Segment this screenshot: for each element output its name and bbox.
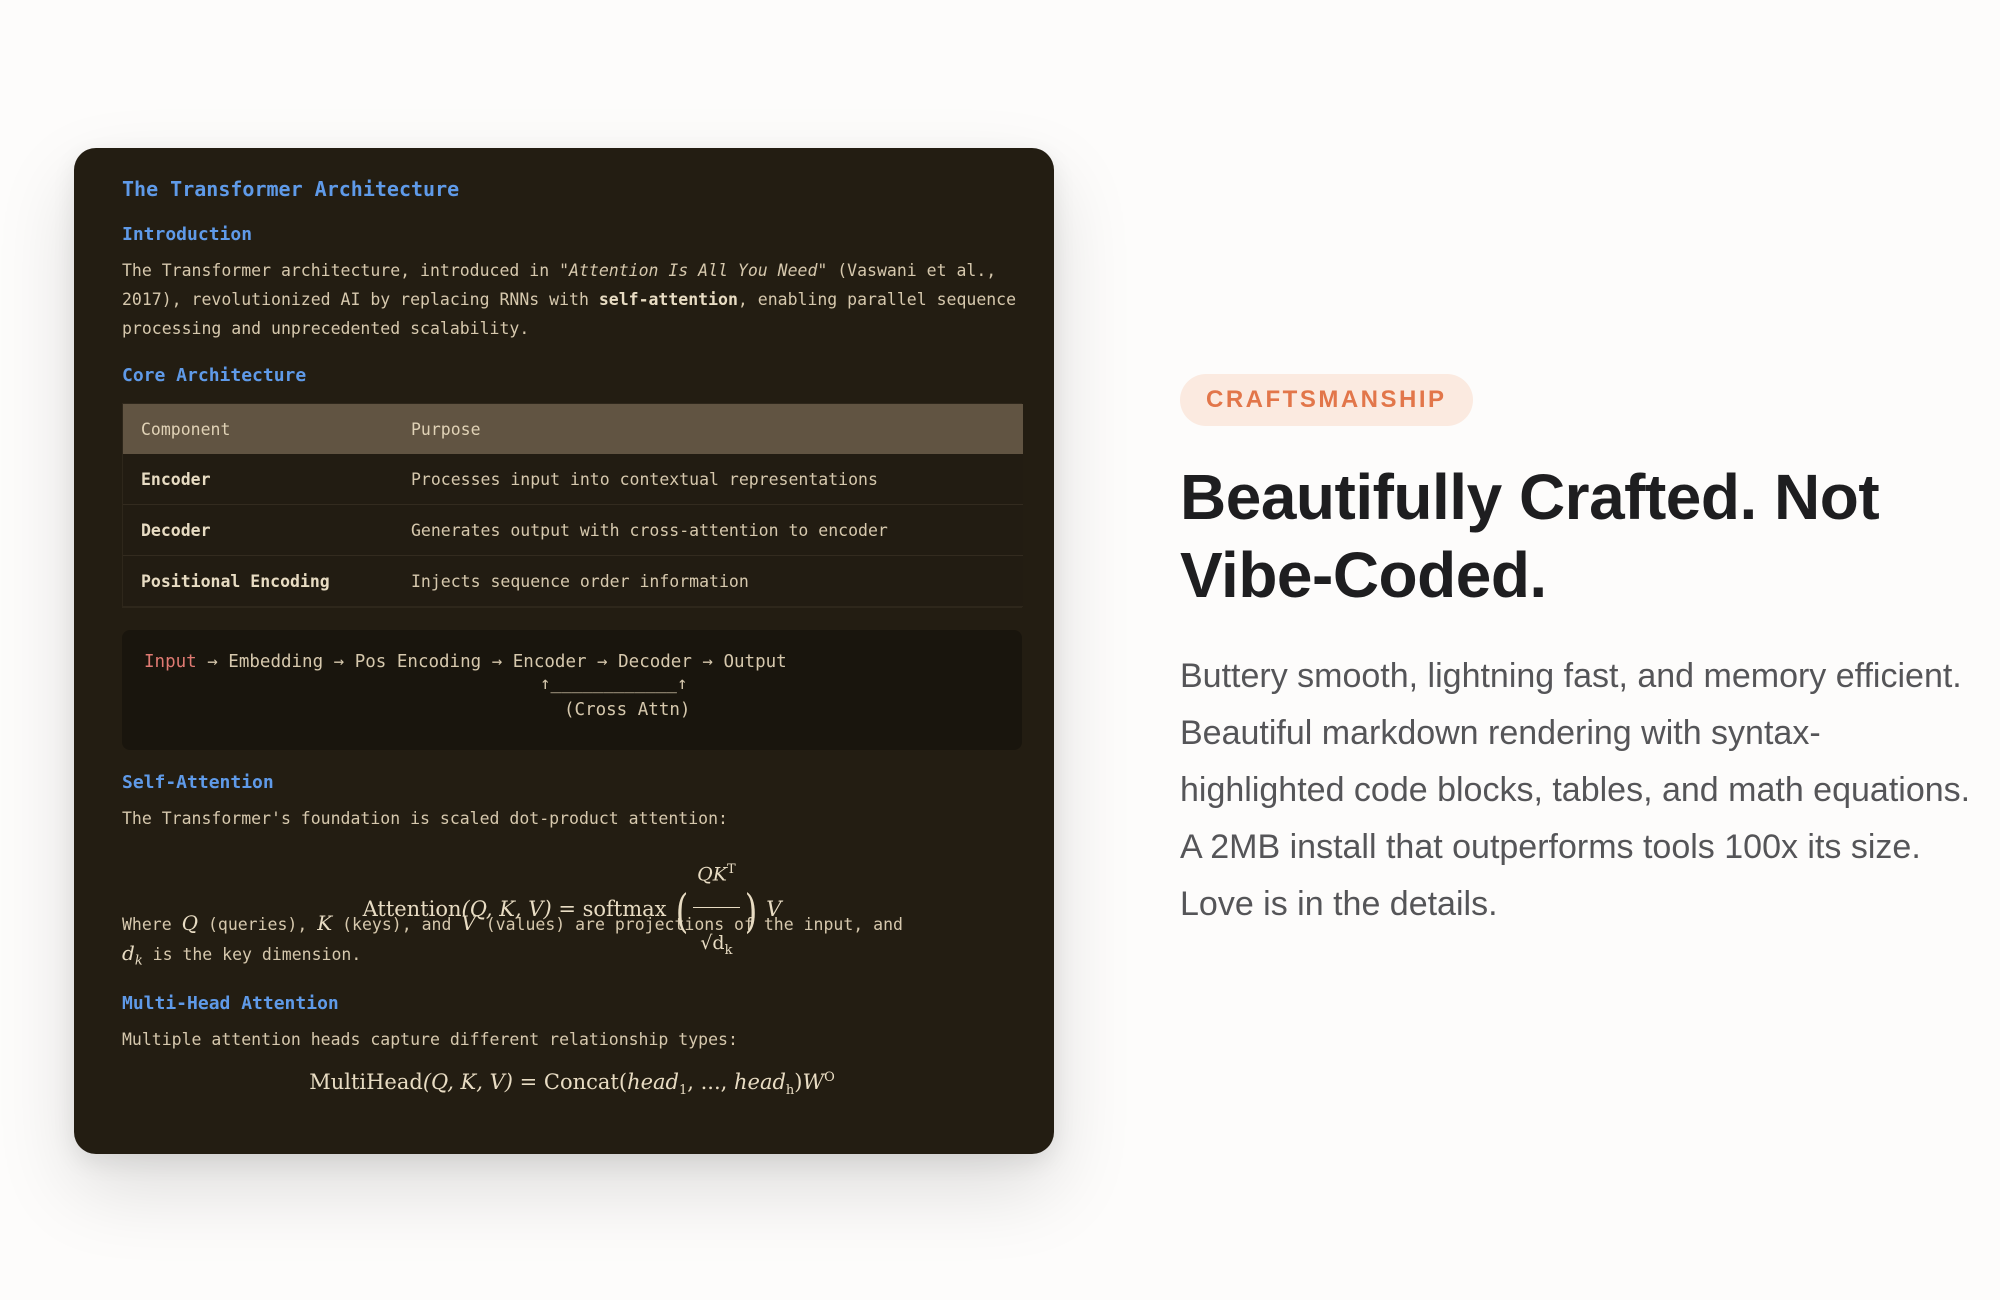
table-header-purpose: Purpose: [393, 404, 1023, 454]
headline: Beautifully Crafted. Not Vibe-Coded.: [1180, 461, 1880, 611]
self-attention-heading: Self-Attention: [122, 772, 274, 793]
multihead-paragraph: Multiple attention heads capture differe…: [122, 1030, 738, 1050]
table-cell-purpose: Injects sequence order information: [393, 555, 1023, 607]
component-table: Component Purpose Encoder Processes inpu…: [122, 403, 1023, 608]
description: Buttery smooth, lightning fast, and memo…: [1180, 657, 1971, 923]
code-line-pipeline: Input → Embedding → Pos Encoding → Encod…: [144, 652, 787, 672]
core-architecture-heading: Core Architecture: [122, 365, 307, 386]
multihead-formula: MultiHead(Q, K, V) = Concat(head1, ..., …: [309, 1070, 835, 1099]
table-cell-component: Positional Encoding: [123, 555, 393, 607]
self-attention-paragraph: The Transformer's foundation is scaled d…: [122, 809, 728, 828]
table-row: Decoder Generates output with cross-atte…: [123, 504, 1023, 556]
multihead-heading: Multi-Head Attention: [122, 993, 339, 1015]
table-row: Encoder Processes input into contextual …: [123, 454, 1023, 505]
code-line-cross-attn: (Cross Attn): [564, 700, 691, 720]
table-header-component: Component: [123, 404, 393, 454]
attention-formula: Attention(Q, K, V) = softmax (QKT √dk) V: [122, 837, 1022, 958]
table-cell-purpose: Processes input into contextual represen…: [393, 454, 1023, 505]
code-line-arrows: ↑____________↑: [540, 674, 688, 694]
where-paragraph: Where Q (queries), K (keys), and V (valu…: [122, 911, 903, 969]
table-row: Positional Encoding Injects sequence ord…: [123, 555, 1023, 607]
table-cell-purpose: Generates output with cross-attention to…: [393, 504, 1023, 556]
table-cell-component: Encoder: [123, 454, 393, 505]
doc-title: The Transformer Architecture: [122, 177, 460, 201]
intro-paragraph: The Transformer architecture, introduced…: [122, 261, 1017, 338]
code-block: Input → Embedding → Pos Encoding → Encod…: [122, 630, 1022, 750]
craftsmanship-badge: CRAFTSMANSHIP: [1180, 374, 1473, 426]
table-cell-component: Decoder: [123, 504, 393, 556]
intro-heading: Introduction: [122, 224, 253, 245]
markdown-preview-card: The Transformer Architecture Introductio…: [74, 148, 1054, 1154]
